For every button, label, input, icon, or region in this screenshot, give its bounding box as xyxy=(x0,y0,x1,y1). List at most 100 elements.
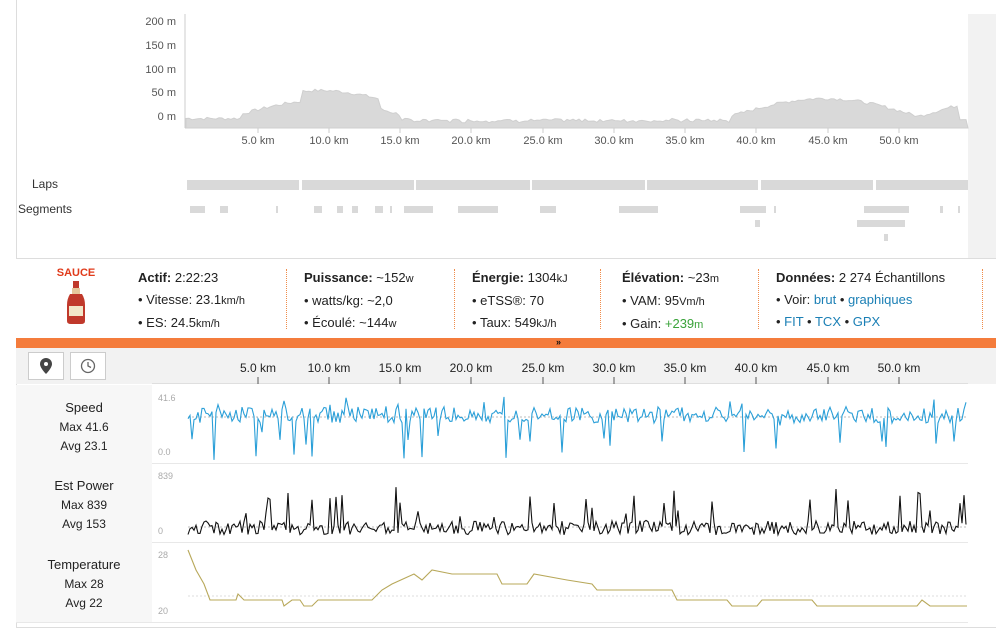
segments-label: Segments xyxy=(17,202,73,216)
active-stats: Actif: 2:22:23 • Vitesse: 23.1km/h • ES:… xyxy=(138,270,245,330)
speed-stat: Vitesse: 23.1 xyxy=(146,292,222,307)
elevation-x-tick: 10.0 km xyxy=(309,135,349,147)
separator xyxy=(286,269,287,329)
lap-bar[interactable] xyxy=(187,180,299,190)
segment-bar[interactable] xyxy=(404,206,433,213)
energy-value: 1304 xyxy=(527,270,557,285)
chart-top-tick: 839 xyxy=(158,471,174,481)
distance-tick-label: 45.0 km xyxy=(806,361,850,375)
chevron-down-icon[interactable]: » xyxy=(556,337,561,347)
distance-tick-label: 40.0 km xyxy=(734,361,778,375)
energy-label: Énergie: xyxy=(472,270,525,285)
graphs-link[interactable]: graphiques xyxy=(848,292,912,307)
segment-bar[interactable] xyxy=(864,206,909,213)
elevation-y-tick: 100 m xyxy=(145,64,176,76)
power-value: ~152 xyxy=(376,270,406,285)
lap-bar[interactable] xyxy=(761,180,873,190)
distance-tick-label: 35.0 km xyxy=(663,361,707,375)
separator xyxy=(982,269,983,329)
segment-bar[interactable] xyxy=(458,206,498,213)
elapsed-unit: w xyxy=(388,318,397,330)
chart-bottom-tick: 0.0 xyxy=(158,447,171,457)
chart-bottom-tick: 20 xyxy=(158,606,169,616)
elevation-value: ~23 xyxy=(687,270,710,285)
segment-bar[interactable] xyxy=(190,206,205,213)
segment-bar[interactable] xyxy=(390,206,392,213)
speed-unit: km/h xyxy=(221,295,245,307)
lap-bar[interactable] xyxy=(647,180,758,190)
distance-tick-label: 5.0 km xyxy=(239,361,276,375)
segment-bar[interactable] xyxy=(755,220,760,227)
stats-band: SAUCE Actif: 2:22:23 • Vitesse: 23.1km/h… xyxy=(16,258,996,338)
elapsed-stat: Écoulé: ~144 xyxy=(312,315,389,330)
gain-value: +239 xyxy=(664,316,695,331)
segment-bar[interactable] xyxy=(740,206,766,213)
chart-avg: Avg 23.1 xyxy=(60,439,108,453)
fit-link[interactable]: FIT xyxy=(784,314,803,329)
gain-label: Gain: xyxy=(630,316,662,331)
voir-label: Voir: xyxy=(784,292,811,307)
data-label: Données: xyxy=(776,270,836,285)
elevation-stats: Élévation: ~23m • VAM: 95Vm/h • Gain: +2… xyxy=(622,270,719,331)
segment-bar[interactable] xyxy=(619,206,658,213)
chart-label: Temperature Max 28 Avg 22 xyxy=(16,555,152,613)
elevation-x-tick: 35.0 km xyxy=(665,135,705,147)
elevation-x-tick: 5.0 km xyxy=(241,135,275,147)
chart-speed[interactable] xyxy=(152,385,968,463)
chart-separator xyxy=(16,622,968,623)
distance-tick-label: 15.0 km xyxy=(378,361,422,375)
gpx-link[interactable]: GPX xyxy=(853,314,880,329)
chart-avg: Avg 22 xyxy=(65,596,103,610)
segment-bar[interactable] xyxy=(352,206,358,213)
segment-bar[interactable] xyxy=(540,206,556,213)
distance-tick-label: 30.0 km xyxy=(592,361,636,375)
sauce-logo[interactable]: SAUCE xyxy=(52,267,100,330)
distance-tick-label: 50.0 km xyxy=(877,361,921,375)
segment-bar[interactable] xyxy=(220,206,228,213)
vam-stat: VAM: 95 xyxy=(630,293,680,308)
chart-max: Max 839 xyxy=(60,498,108,512)
rate-unit: kJ/h xyxy=(536,318,557,330)
distance-tick-label: 20.0 km xyxy=(449,361,493,375)
chart-name: Temperature xyxy=(47,557,121,572)
lap-bar[interactable] xyxy=(876,180,968,190)
active-value: 2:22:23 xyxy=(174,270,219,285)
rate-stat: Taux: 549 xyxy=(479,315,537,330)
sauce-bottle-icon xyxy=(67,281,85,324)
segment-bar[interactable] xyxy=(375,206,383,213)
elevation-x-tick: 50.0 km xyxy=(879,135,919,147)
wkg-stat: watts/kg: ~2,0 xyxy=(312,293,393,308)
segment-bar[interactable] xyxy=(337,206,343,213)
elevation-y-tick: 150 m xyxy=(145,40,176,52)
lap-bar[interactable] xyxy=(302,180,414,190)
chart-name: Est Power xyxy=(54,478,114,493)
raw-link[interactable]: brut xyxy=(814,292,836,307)
tcx-link[interactable]: TCX xyxy=(815,314,841,329)
segment-bar[interactable] xyxy=(874,220,886,227)
expand-bar[interactable] xyxy=(16,338,996,348)
sauce-logo-text: SAUCE xyxy=(56,267,96,279)
lap-bar[interactable] xyxy=(532,180,645,190)
segment-bar[interactable] xyxy=(774,206,776,213)
chart-est-power[interactable] xyxy=(152,463,968,542)
elevation-y-tick: 0 m xyxy=(157,111,176,123)
distance-tick-label: 10.0 km xyxy=(307,361,351,375)
lap-bar[interactable] xyxy=(416,180,530,190)
segment-bar[interactable] xyxy=(314,206,322,213)
power-unit: w xyxy=(405,273,414,285)
samples-value: 2 274 Échantillons xyxy=(838,270,946,285)
data-stats: Données: 2 274 Échantillons • Voir: brut… xyxy=(776,270,946,329)
energy-unit: kJ xyxy=(556,273,568,285)
power-stats: Puissance: ~152w • watts/kg: ~2,0 • Écou… xyxy=(304,270,414,330)
segment-bar[interactable] xyxy=(276,206,278,213)
elevation-x-tick: 15.0 km xyxy=(380,135,420,147)
segment-bar[interactable] xyxy=(958,206,960,213)
segment-bar[interactable] xyxy=(884,234,888,241)
chart-max: Max 28 xyxy=(64,577,104,591)
chart-top-tick: 28 xyxy=(158,550,169,560)
power-label: Puissance: xyxy=(304,270,373,285)
chart-temperature[interactable] xyxy=(152,542,968,622)
segment-bar[interactable] xyxy=(940,206,943,213)
elevation-x-tick: 45.0 km xyxy=(808,135,848,147)
elevation-x-tick: 30.0 km xyxy=(594,135,634,147)
